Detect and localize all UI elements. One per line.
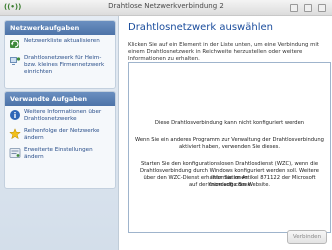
refresh-network-list-label: Netzwerkliste aktualisieren bbox=[24, 38, 100, 44]
network-setup-icon bbox=[10, 57, 21, 65]
main-content: Drahtlosnetzwerk auswählen Klicken Sie a… bbox=[119, 16, 332, 250]
change-network-order-task[interactable]: Reihenfolge der Netzwerke ändern bbox=[5, 125, 115, 144]
advanced-settings-label: Erweiterte Einstellungen ändern bbox=[24, 147, 93, 160]
title-bar: ((•)) Drahtlose Netzwerkverbindung 2 bbox=[0, 0, 332, 16]
settings-icon bbox=[9, 148, 21, 158]
refresh-icon bbox=[10, 40, 19, 48]
setup-wireless-network-task[interactable]: Drahtlosnetzwerk für Heim- bzw. kleines … bbox=[5, 52, 115, 78]
setup-wireless-network-label: Drahtlosnetzwerk für Heim- bzw. kleines … bbox=[24, 55, 105, 75]
more-info-wireless-task[interactable]: Weitere Informationen über Drahtlosnetzw… bbox=[5, 106, 115, 125]
star-icon bbox=[9, 128, 21, 140]
other-program-message-line1: Wenn Sie ein anderes Programm zur Verwal… bbox=[135, 137, 324, 143]
page-title: Drahtlosnetzwerk auswählen bbox=[128, 22, 273, 33]
minimize-button[interactable] bbox=[290, 4, 298, 12]
wzc-message-line1: Starten Sie den konfigurationslosen Drah… bbox=[140, 161, 319, 167]
network-tasks-panel: Netzwerkaufgaben Netzwerkliste aktualisi… bbox=[4, 20, 116, 89]
wzc-message-line4: auf der microsoft.com Website. bbox=[188, 182, 271, 188]
related-tasks-panel: Verwandte Aufgaben Weitere Informationen… bbox=[4, 91, 116, 189]
wireless-connection-window: ((•)) Drahtlose Netzwerkverbindung 2 Net… bbox=[0, 0, 332, 250]
window-controls bbox=[290, 4, 326, 12]
maximize-button[interactable] bbox=[304, 4, 312, 12]
info-icon bbox=[10, 110, 20, 120]
other-program-message-line2: aktiviert haben, verwenden Sie dieses. bbox=[179, 144, 280, 150]
wireless-network-list[interactable]: Diese Drahtlosverbindung kann nicht konf… bbox=[128, 62, 331, 233]
close-button[interactable] bbox=[318, 4, 326, 12]
network-tasks-header[interactable]: Netzwerkaufgaben bbox=[5, 21, 115, 35]
connect-button[interactable]: Verbinden bbox=[287, 230, 327, 244]
instruction-text: Klicken Sie auf ein Element in der Liste… bbox=[128, 42, 320, 62]
cannot-configure-message: Diese Drahtlosverbindung kann nicht konf… bbox=[154, 120, 305, 126]
refresh-network-list-task[interactable]: Netzwerkliste aktualisieren bbox=[5, 35, 115, 52]
window-title: Drahtlose Netzwerkverbindung 2 bbox=[108, 2, 224, 10]
change-network-order-label: Reihenfolge der Netzwerke ändern bbox=[24, 128, 100, 141]
advanced-settings-task[interactable]: Erweiterte Einstellungen ändern bbox=[5, 144, 115, 163]
related-tasks-header[interactable]: Verwandte Aufgaben bbox=[5, 92, 115, 106]
task-sidebar: Netzwerkaufgaben Netzwerkliste aktualisi… bbox=[0, 16, 119, 250]
more-info-wireless-label: Weitere Informationen über Drahtlosnetzw… bbox=[24, 109, 102, 122]
